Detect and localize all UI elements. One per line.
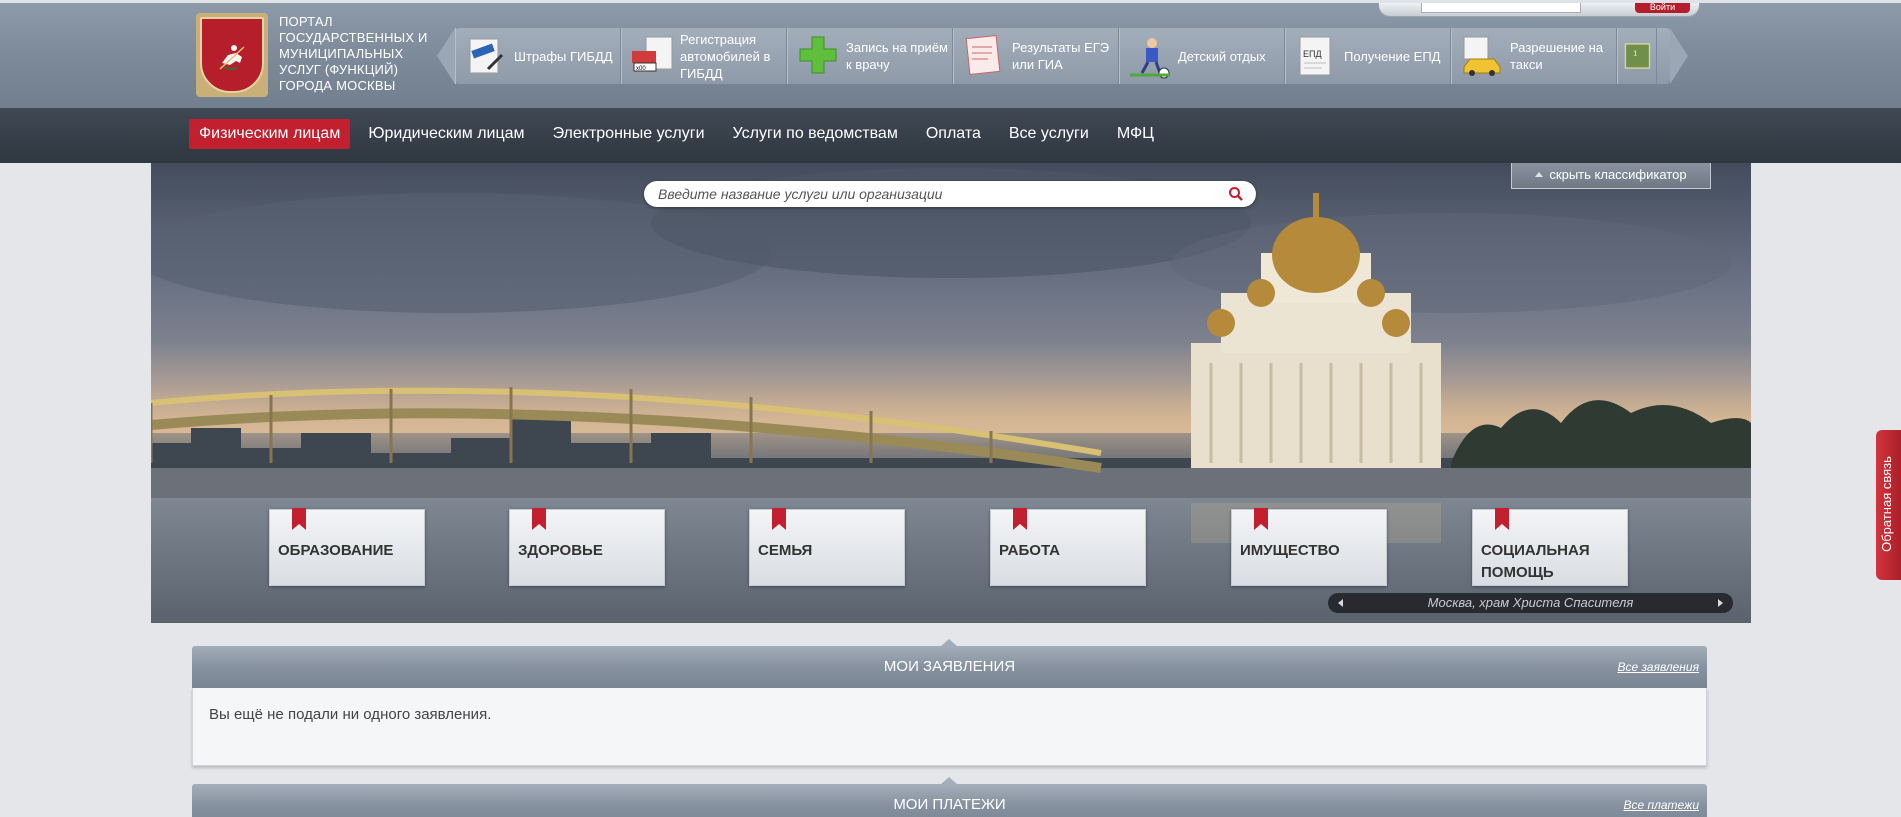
medical-cross-icon — [799, 36, 837, 74]
caption-next-icon[interactable] — [1718, 599, 1723, 607]
quick-link-label: Регистрация автомобилей в ГИБДД — [680, 31, 771, 81]
quick-link-label: Получение ЕПД — [1344, 48, 1441, 64]
school-icon: 1 — [1624, 43, 1651, 69]
quick-link-doctor-appointment[interactable]: Запись на приём к врачу — [787, 28, 953, 84]
car-registration-icon: x00 — [632, 36, 673, 72]
nav-item-services-by-department[interactable]: Услуги по ведомствам — [723, 119, 908, 149]
quick-link-traffic-fines[interactable]: Штрафы ГИБДД — [455, 28, 621, 84]
my-applications-panel: Мои заявления Все заявления Вы ещё не по… — [192, 639, 1707, 766]
quick-link-label: Детский отдых — [1178, 48, 1266, 64]
nav-item-legal-entities[interactable]: Юридическим лицам — [358, 119, 534, 149]
quick-link-school[interactable]: 1 — [1617, 28, 1657, 84]
all-applications-link[interactable]: Все заявления — [1617, 660, 1699, 674]
hide-classifier-button[interactable]: скрыть классификатор — [1511, 163, 1711, 189]
photo-caption: Москва, храм Христа Спасителя — [1427, 595, 1634, 610]
exam-form-icon — [965, 34, 1001, 76]
epd-document-icon: ЕПД — [1299, 36, 1331, 76]
quick-link-epd[interactable]: ЕПД Получение ЕПД — [1285, 28, 1451, 84]
quick-links-bar: Штрафы ГИБДД x00 Регистрация автомобилей… — [437, 28, 1688, 84]
search-icon[interactable] — [1228, 186, 1244, 202]
svg-text:ЕПД: ЕПД — [1303, 49, 1322, 59]
panel-header: Мои заявления Все заявления — [192, 639, 1707, 688]
login-button[interactable]: Войти — [1635, 3, 1690, 13]
category-property[interactable]: Имущество — [1231, 508, 1387, 586]
panel-title: Мои заявления — [883, 658, 1016, 675]
category-social-help[interactable]: Социальная помощь — [1472, 508, 1628, 586]
quick-link-taxi-permit[interactable]: Разрешение на такси — [1451, 28, 1617, 84]
saint-george-icon — [219, 45, 245, 70]
nav-item-individuals[interactable]: Физическим лицам — [189, 119, 351, 149]
fine-icon — [469, 38, 504, 74]
quick-link-car-registration[interactable]: x00 Регистрация автомобилей в ГИБДД — [621, 28, 787, 84]
quick-link-exam-results[interactable]: Результаты ЕГЭ или ГИА — [953, 28, 1119, 84]
bookmark-icon — [1013, 508, 1027, 530]
category-label: Семья — [758, 542, 813, 559]
feedback-tab[interactable]: Обратная связь — [1876, 430, 1901, 580]
photo-caption-bar: Москва, храм Христа Спасителя — [1328, 593, 1733, 613]
caption-prev-icon[interactable] — [1338, 599, 1343, 607]
collapse-arrow-icon — [1535, 172, 1544, 177]
category-education[interactable]: Образование — [269, 508, 425, 586]
feedback-label: Обратная связь — [1879, 456, 1894, 552]
site-header: Войти Портал государственных и муниципал… — [0, 0, 1901, 108]
bookmark-icon — [292, 508, 306, 530]
bookmark-icon — [532, 508, 546, 530]
category-family[interactable]: Семья — [749, 508, 905, 586]
taxi-icon — [1463, 36, 1501, 76]
main-navigation: Физическим лицам Юридическим лицам Элект… — [0, 108, 1901, 163]
login-field[interactable] — [1421, 3, 1581, 13]
hide-classifier-label: скрыть классификатор — [1549, 167, 1687, 182]
bookmark-icon — [1495, 508, 1509, 530]
nav-item-all-services[interactable]: Все услуги — [999, 119, 1099, 149]
svg-text:1: 1 — [1633, 49, 1637, 57]
panel-body: Вы ещё не подали ни одного заявления. — [192, 688, 1707, 766]
quick-link-label: Разрешение на такси — [1510, 40, 1604, 72]
category-label: Работа — [999, 542, 1061, 559]
category-label: Образование — [278, 542, 394, 559]
category-label: Здоровье — [518, 542, 603, 559]
all-payments-link[interactable]: Все платежи — [1623, 798, 1699, 812]
child-football-icon — [1130, 38, 1170, 79]
quick-link-label: Результаты ЕГЭ или ГИА — [1012, 40, 1110, 72]
panel-header: Мои платежи Все платежи — [192, 777, 1707, 817]
my-payments-panel: Мои платежи Все платежи — [192, 777, 1707, 817]
panel-title: Мои платежи — [893, 796, 1006, 813]
bookmark-icon — [772, 508, 786, 530]
quick-link-label: Штрафы ГИБДД — [514, 48, 613, 64]
quick-links-next-icon[interactable] — [1670, 28, 1688, 84]
quick-link-kids-vacation[interactable]: Детский отдых — [1119, 28, 1285, 84]
quick-link-label: Запись на приём к врачу — [846, 40, 948, 72]
login-strip: Войти — [1378, 3, 1700, 17]
moscow-coat-of-arms-logo[interactable] — [196, 13, 268, 97]
nav-item-mfc[interactable]: МФЦ — [1107, 119, 1164, 149]
portal-title[interactable]: Портал государственных и муниципальных у… — [279, 14, 439, 94]
empty-applications-message: Вы ещё не подали ни одного заявления. — [209, 706, 492, 723]
service-search — [644, 181, 1256, 207]
hero-banner: скрыть классификатор Образование Здоровь… — [151, 163, 1751, 623]
bookmark-icon — [1254, 508, 1268, 530]
category-label: Имущество — [1240, 542, 1340, 559]
search-input[interactable] — [658, 184, 1208, 204]
category-work[interactable]: Работа — [990, 508, 1146, 586]
quick-links-prev-icon[interactable] — [437, 28, 455, 84]
nav-item-payment[interactable]: Оплата — [916, 119, 991, 149]
category-label: Социальная помощь — [1481, 542, 1590, 581]
category-health[interactable]: Здоровье — [509, 508, 665, 586]
nav-item-electronic-services[interactable]: Электронные услуги — [543, 119, 715, 149]
svg-text:x00: x00 — [636, 66, 646, 72]
